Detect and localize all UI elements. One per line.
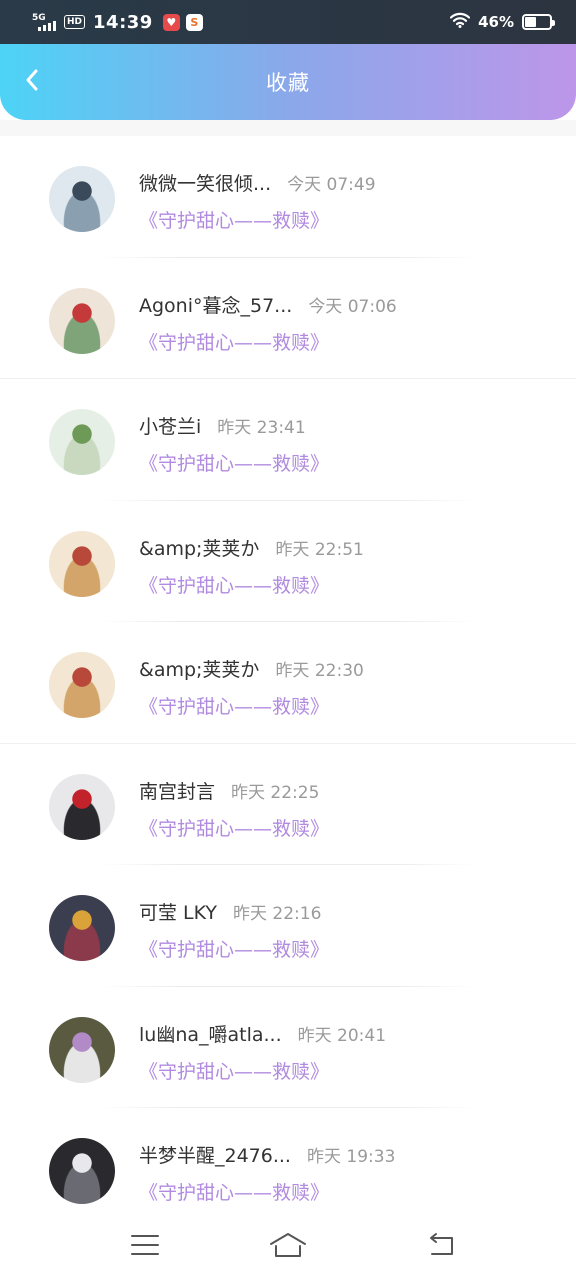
work-title-link[interactable]: 《守护甜心——救赎》 [139,1178,329,1205]
back-button[interactable] [14,64,50,100]
work-title-link[interactable]: 《守护甜心——救赎》 [139,449,329,476]
notification-app-icon: S [185,13,203,31]
nickname[interactable]: &amp;荚荚か [139,655,259,682]
top-app-bar: 收藏 [0,44,576,120]
header-spacer [0,120,576,136]
menu-icon [130,1233,160,1261]
nickname[interactable]: 南宫封言 [139,777,215,804]
work-title-link[interactable]: 《守护甜心——救赎》 [139,1057,329,1084]
nickname[interactable]: 可莹 LKY [139,898,217,925]
work-title-link[interactable]: 《守护甜心——救赎》 [139,935,329,962]
list-item[interactable]: 小苍兰i 昨天 23:41 《守护甜心——救赎》 [0,379,576,501]
timestamp: 昨天 23:41 [217,418,306,438]
timestamp: 昨天 22:51 [275,539,364,560]
hd-badge: HD [64,15,86,29]
list-item[interactable]: 可莹 LKY 昨天 22:16 《守护甜心——救赎》 [0,865,576,987]
list-item[interactable]: &amp;荚荚か 昨天 22:30 《守护甜心——救赎》 [0,622,576,744]
nickname[interactable]: Agoni°暮念_57... [139,291,292,318]
timestamp: 昨天 22:30 [275,661,364,681]
status-time: 14:39 [93,11,153,33]
chevron-left-icon [24,68,40,96]
status-bar: 5G HD 14:39 ♥ S 46% [0,0,576,44]
menu-button[interactable] [125,1230,165,1264]
list-item[interactable]: lu幽na_嚼atla... 昨天 20:41 《守护甜心——救赎》 [0,987,576,1108]
system-nav-bar [0,1218,576,1280]
work-title-link[interactable]: 《守护甜心——救赎》 [139,571,329,598]
notification-app-icon: ♥ [162,13,180,31]
avatar[interactable] [49,409,115,475]
list-item[interactable]: 微微一笑很倾... 今天 07:49 《守护甜心——救赎》 [0,136,576,258]
timestamp: 昨天 19:33 [306,1147,396,1167]
page-title: 收藏 [266,71,310,95]
work-title-link[interactable]: 《守护甜心——救赎》 [139,328,329,355]
nickname[interactable]: lu幽na_嚼atla... [139,1020,282,1047]
timestamp: 今天 07:49 [287,175,376,195]
avatar[interactable] [49,895,115,961]
wifi-icon [449,12,471,32]
nickname[interactable]: &amp;荚荚か [139,534,259,561]
avatar[interactable] [49,773,115,840]
nickname[interactable]: 半梦半醒_2476... [139,1141,291,1168]
avatar[interactable] [49,652,115,718]
nickname[interactable]: 小苍兰i [139,412,201,439]
nickname[interactable]: 微微一笑很倾... [139,169,271,196]
timestamp: 昨天 22:16 [233,904,322,924]
timestamp: 昨天 20:41 [297,1025,387,1046]
back-nav-button[interactable] [420,1230,460,1264]
favorites-list: 微微一笑很倾... 今天 07:49 《守护甜心——救赎》 Agoni°暮念_57..… [0,136,576,1230]
timestamp: 昨天 22:25 [231,782,320,803]
avatar[interactable] [49,1016,115,1083]
battery-icon [522,14,555,30]
avatar[interactable] [49,530,115,597]
timestamp: 今天 07:06 [308,296,397,317]
work-title-link[interactable]: 《守护甜心——救赎》 [139,814,329,841]
list-item[interactable]: &amp;荚荚か 昨天 22:51 《守护甜心——救赎》 [0,501,576,622]
list-item[interactable]: 南宫封言 昨天 22:25 《守护甜心——救赎》 [0,744,576,865]
avatar[interactable] [49,287,115,354]
return-icon [424,1232,456,1262]
avatar[interactable] [49,166,115,232]
avatar[interactable] [49,1138,115,1204]
home-icon [269,1232,307,1262]
list-item[interactable]: 半梦半醒_2476... 昨天 19:33 《守护甜心——救赎》 [0,1108,576,1230]
battery-percent: 46% [478,13,514,31]
signal-icon: 5G [32,13,58,31]
home-button[interactable] [268,1230,308,1264]
work-title-link[interactable]: 《守护甜心——救赎》 [139,206,329,233]
work-title-link[interactable]: 《守护甜心——救赎》 [139,692,329,719]
list-item[interactable]: Agoni°暮念_57... 今天 07:06 《守护甜心——救赎》 [0,258,576,379]
